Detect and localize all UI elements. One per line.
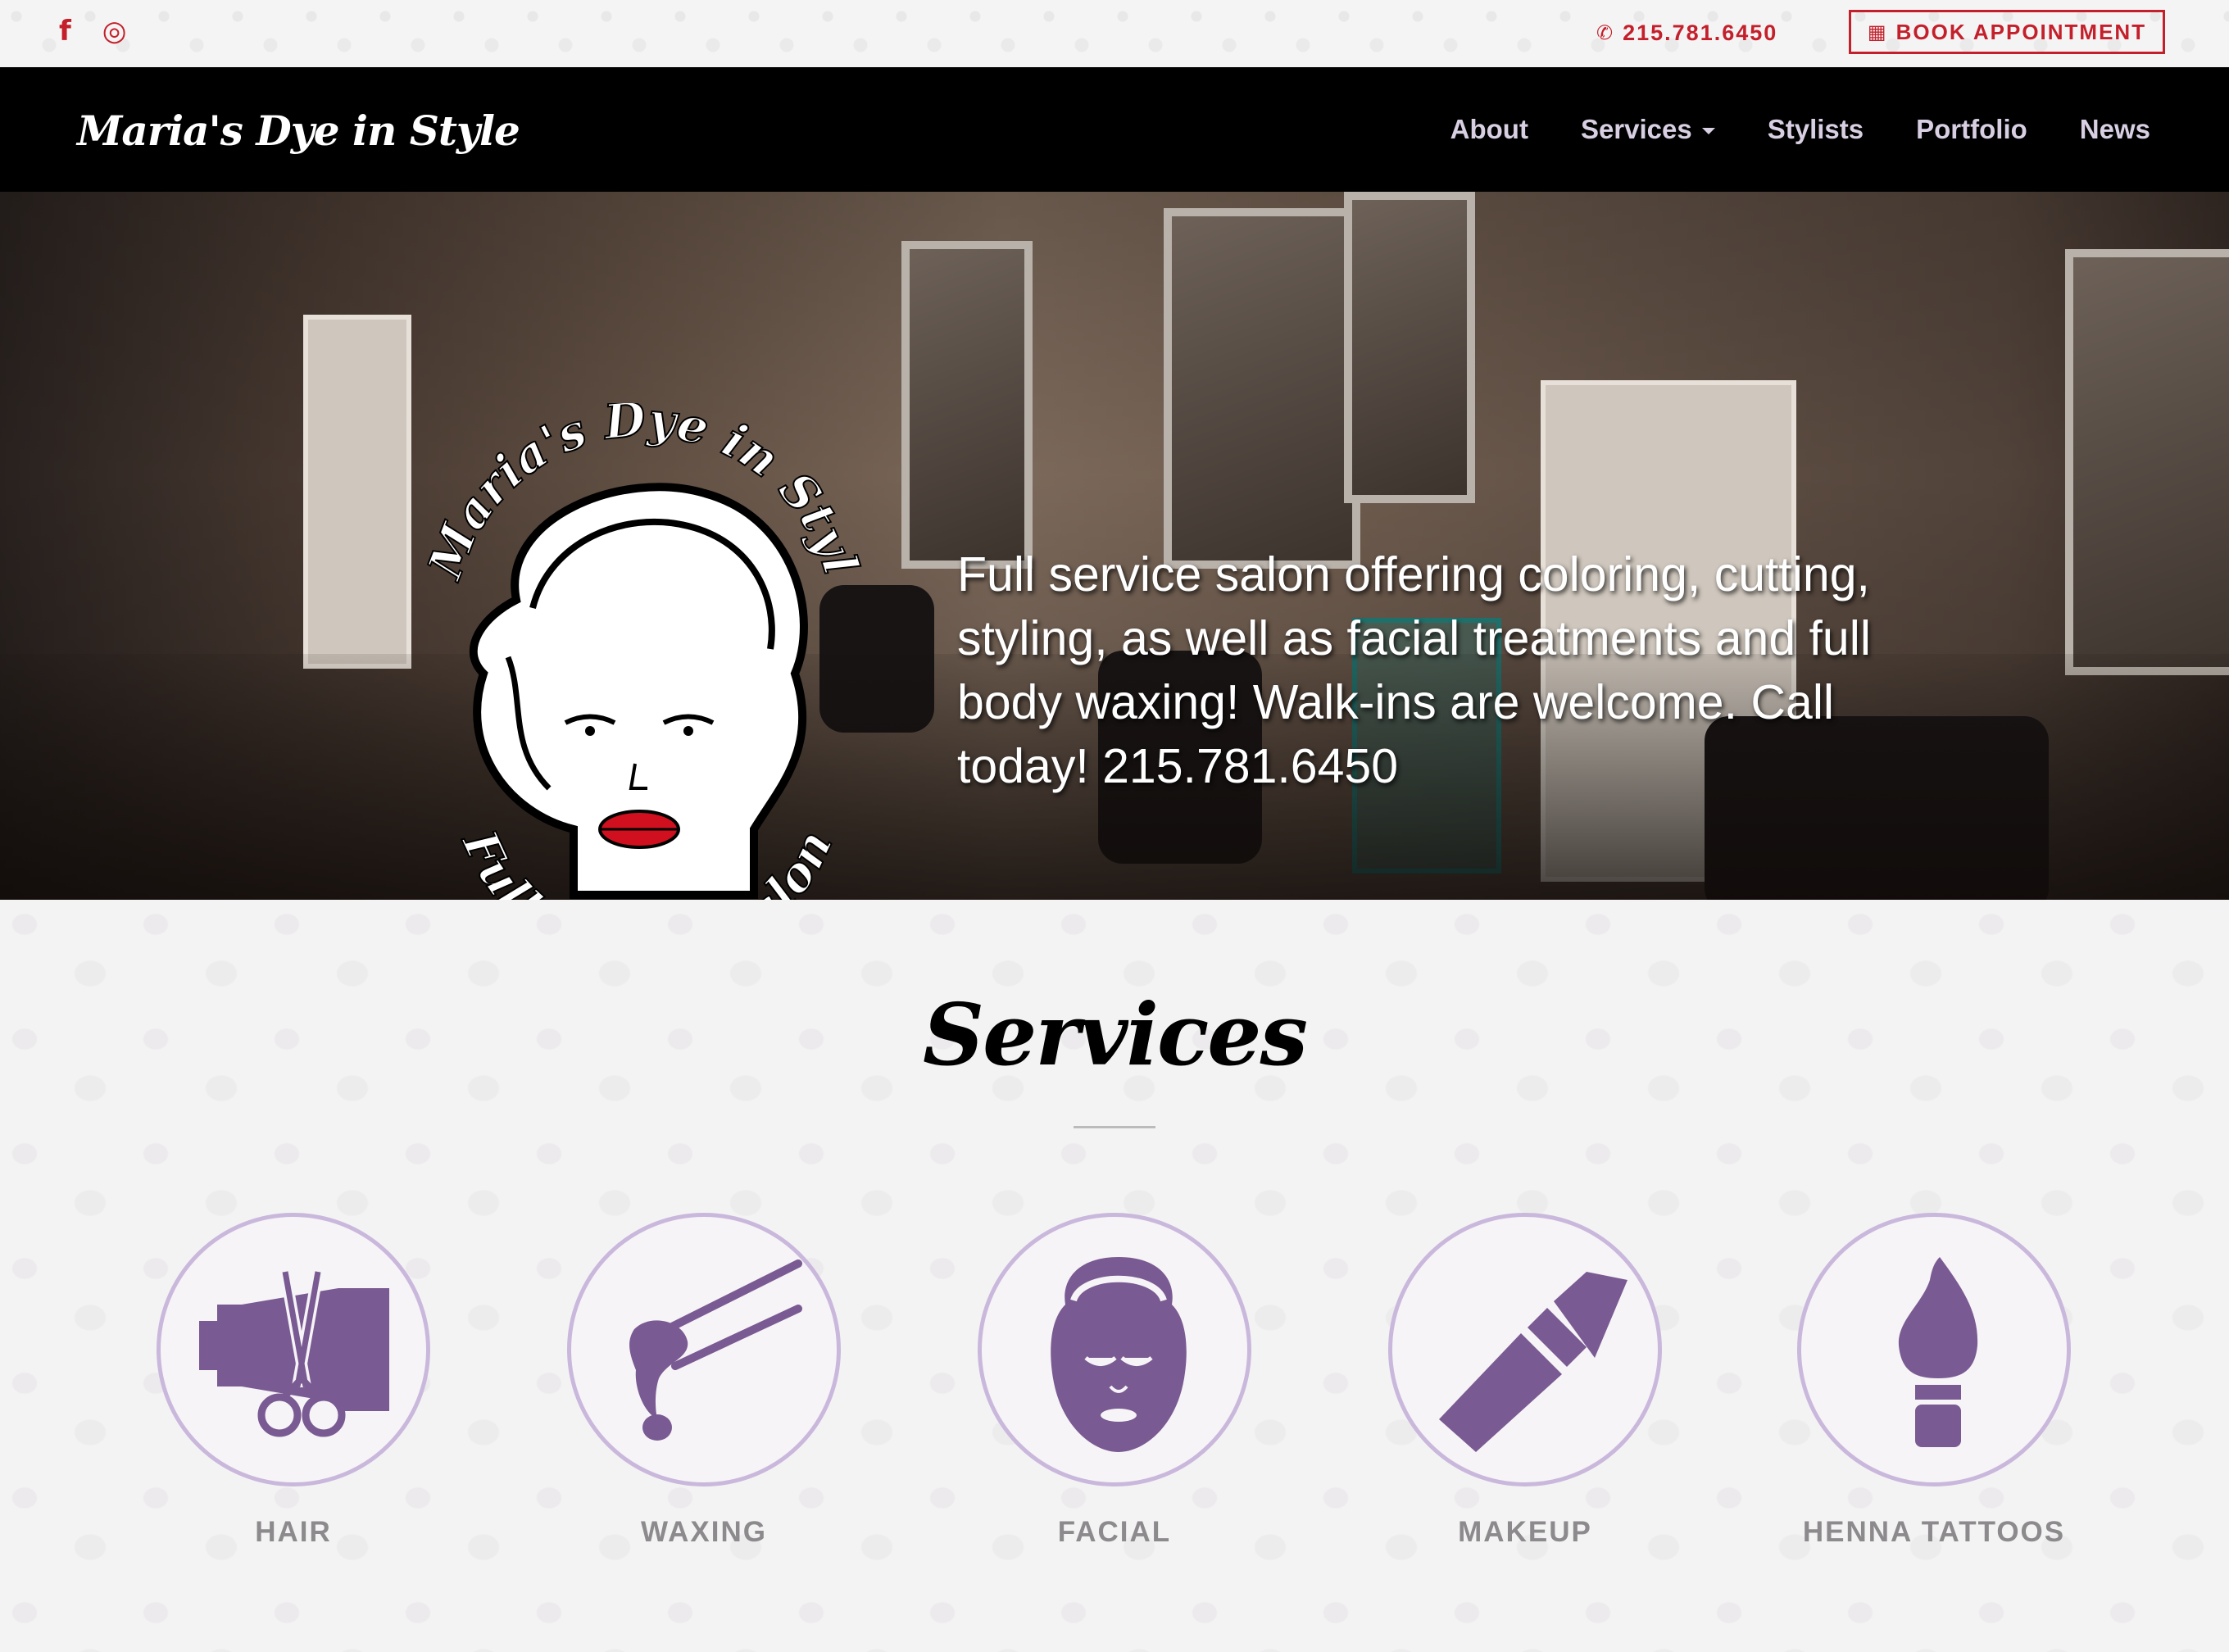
book-appointment-label: BOOK APPOINTMENT [1895,19,2147,44]
service-hair[interactable]: HAIR [146,1213,441,1549]
hero-tagline: Full service salon offering coloring, cu… [957,547,1871,793]
salon-mirror [2065,249,2229,675]
salon-logo-emblem: Maria's Dye in Style Full Service Salon [394,358,870,900]
nav-stylists[interactable]: Stylists [1768,113,1864,146]
service-label: MAKEUP [1458,1516,1592,1548]
service-makeup[interactable]: MAKEUP [1378,1213,1673,1549]
book-appointment-button[interactable]: ▦ BOOK APPOINTMENT [1849,10,2165,54]
service-label: HAIR [255,1516,332,1548]
service-waxing[interactable]: WAXING [556,1213,851,1549]
nav-services[interactable]: Services [1581,113,1715,146]
service-icon-circle [567,1213,841,1486]
service-facial[interactable]: FACIAL [967,1213,1262,1549]
phone-number: 215.781.6450 [1623,20,1778,45]
marilyn-logo: Maria's Dye in Style Full Service Salon [394,358,870,900]
nav-links: About Services Stylists Portfolio News [1450,67,2150,192]
service-henna-tattoos[interactable]: HENNA TATTOOS [1786,1213,2081,1549]
service-label: HENNA TATTOOS [1802,1516,2066,1548]
nav-services-label: Services [1580,114,1692,144]
salon-mirror [901,241,1033,569]
salon-mirror [1344,192,1475,503]
service-label: WAXING [641,1516,767,1548]
facebook-icon[interactable]: f [59,15,71,48]
heading-divider [1074,1126,1155,1128]
brand-logo-text[interactable]: Maria's Dye in Style [77,98,520,164]
salon-mirror [1164,208,1360,569]
social-links: f ◎ [59,15,126,48]
wax-stick-icon [629,1259,802,1441]
service-icon-circle [157,1213,430,1486]
services-heading: Services [922,984,1308,1085]
services-section: Services HAIR WAXING FACIAL MAKEUP HENNA… [0,900,2229,1652]
calendar-icon: ▦ [1867,20,1888,43]
lipstick-icon [1439,1272,1627,1452]
service-label: FACIAL [1057,1516,1172,1548]
service-icon-circle [1797,1213,2071,1486]
top-bar: f ◎ ✆ 215.781.6450 ▦ BOOK APPOINTMENT [0,0,2229,67]
paintbrush-icon [1898,1257,1978,1447]
salon-door [303,315,411,669]
scissors-hairdryer-icon [199,1270,389,1437]
phone-icon: ✆ [1596,21,1615,44]
service-icon-circle [1388,1213,1662,1486]
hero-banner: Maria's Dye in Style Full Service Salon … [0,192,2229,900]
phone-link[interactable]: ✆ 215.781.6450 [1596,16,1777,49]
nav-news[interactable]: News [2080,113,2150,146]
nav-about[interactable]: About [1450,113,1528,146]
service-icon-circle [978,1213,1251,1486]
face-mask-icon [1051,1257,1187,1452]
nav-portfolio[interactable]: Portfolio [1916,113,2027,146]
chevron-down-icon [1701,128,1715,135]
instagram-icon[interactable]: ◎ [102,15,127,48]
main-navbar: Maria's Dye in Style About Services Styl… [0,67,2229,192]
